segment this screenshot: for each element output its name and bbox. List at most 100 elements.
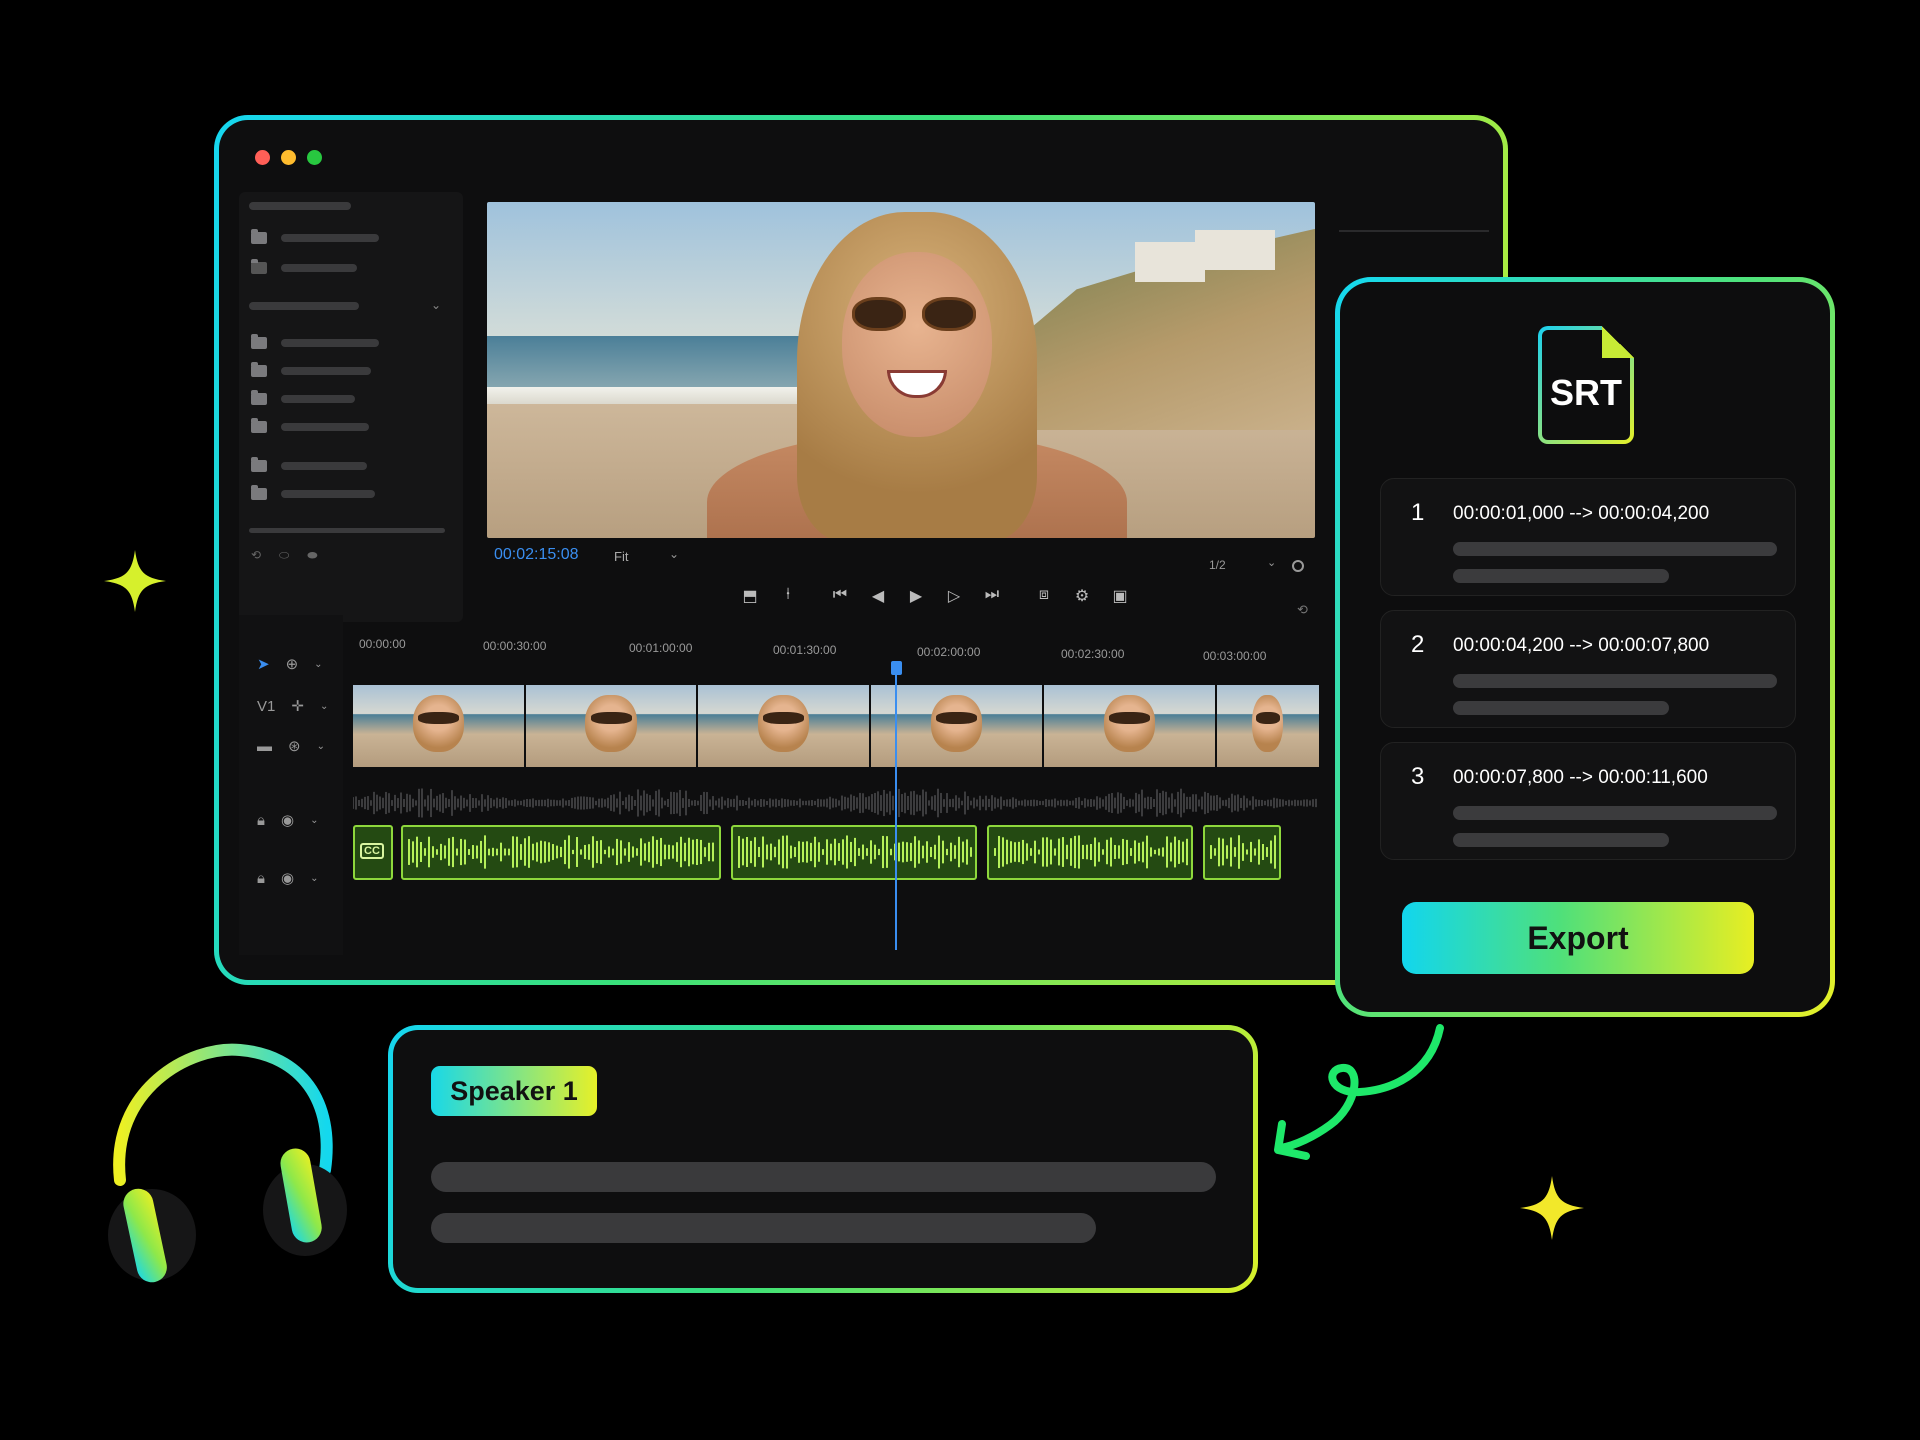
v1-label[interactable]: V1 xyxy=(257,698,275,715)
secondary-panel-header xyxy=(1339,202,1489,232)
bin-footer-icons[interactable]: ⟲⬭⬬ xyxy=(251,548,336,563)
bin-item-placeholder[interactable] xyxy=(281,339,379,347)
bin-item-placeholder[interactable] xyxy=(281,395,355,403)
srt-text-placeholder xyxy=(1453,674,1777,688)
close-window-button[interactable] xyxy=(255,150,270,165)
step-back-icon[interactable]: ◀︎ xyxy=(867,586,889,606)
settings-circle-icon[interactable] xyxy=(1292,560,1304,572)
video-clip[interactable] xyxy=(1216,685,1320,767)
zoom-fit-select[interactable]: Fit xyxy=(614,549,628,564)
target-icon[interactable]: ⊛ xyxy=(288,737,301,755)
sequence-icon[interactable] xyxy=(251,259,267,274)
marker-icon[interactable]: ⬒ xyxy=(739,586,761,606)
ruler-tick-label: 00:00:30:00 xyxy=(483,639,547,653)
video-clip[interactable] xyxy=(353,685,524,767)
go-to-end-icon[interactable]: ⏭ xyxy=(981,586,1003,606)
snap-icon[interactable]: ⊕ xyxy=(286,655,299,673)
subtitle-clip[interactable] xyxy=(401,825,721,880)
subtitle-clip-waveform xyxy=(738,835,972,869)
bin-header-placeholder xyxy=(249,202,351,210)
folder-icon[interactable] xyxy=(251,457,267,472)
subtitle-track-header: 🔒︎ ◉ ⌄ xyxy=(257,869,318,888)
folder-icon[interactable] xyxy=(251,334,267,349)
go-to-start-icon[interactable]: ⏮ xyxy=(829,586,851,606)
chevron-down-icon[interactable]: ⌄ xyxy=(1267,556,1276,569)
track-headers: ➤ ⊕ ⌄ V1 ✛ ⌄ ▬ ⊛ ⌄ 🔒︎ ◉ ⌄ 🔒︎ ◉ ⌄ xyxy=(239,615,343,955)
v1-track-header: V1 ✛ ⌄ xyxy=(257,697,328,716)
captions-track-label[interactable]: CC xyxy=(353,825,393,880)
bin-item-placeholder[interactable] xyxy=(281,490,375,498)
eye-icon[interactable]: ◉ xyxy=(281,811,294,829)
video-clip[interactable] xyxy=(525,685,697,767)
video-clip[interactable] xyxy=(1043,685,1215,767)
chevron-down-icon[interactable]: ⌄ xyxy=(317,741,325,752)
srt-entry[interactable]: 2 00:00:04,200 --> 00:00:07,800 xyxy=(1380,610,1796,728)
file-corner-fold xyxy=(1602,326,1634,358)
srt-entry-index: 3 xyxy=(1411,763,1425,790)
timeline-ruler[interactable]: 00:00:00 00:00:30:00 00:01:00:00 00:01:3… xyxy=(353,625,1313,665)
bin-item-placeholder[interactable] xyxy=(281,264,357,272)
lift-icon[interactable]: ⧈ xyxy=(1033,586,1055,606)
lock-icon[interactable]: 🔒︎ xyxy=(257,812,265,829)
program-monitor-preview[interactable] xyxy=(487,202,1315,538)
ruler-tick-label: 00:03:00:00 xyxy=(1203,649,1267,663)
minimize-window-button[interactable] xyxy=(281,150,296,165)
play-icon[interactable]: ▶︎ xyxy=(905,586,927,606)
bin-item-placeholder[interactable] xyxy=(281,367,371,375)
bin-item-placeholder[interactable] xyxy=(281,423,369,431)
subtitle-clip-waveform xyxy=(408,835,714,869)
video-track-v1 xyxy=(353,685,1320,767)
folder-icon[interactable] xyxy=(251,390,267,405)
chevron-down-icon[interactable]: ⌄ xyxy=(314,659,322,670)
chevron-down-icon[interactable]: ⌄ xyxy=(310,815,318,826)
playhead-timecode[interactable]: 00:02:15:08 xyxy=(494,546,579,564)
folder-icon[interactable] xyxy=(251,362,267,377)
sparkle-icon xyxy=(104,550,166,612)
curved-arrow-icon xyxy=(1274,1024,1444,1160)
folder-icon[interactable]: ▬ xyxy=(257,738,272,755)
srt-text-placeholder xyxy=(1453,542,1777,556)
subtitle-clip[interactable] xyxy=(987,825,1193,880)
step-forward-icon[interactable]: ▷ xyxy=(943,586,965,606)
extract-icon[interactable]: ⚙ xyxy=(1071,586,1093,606)
chevron-down-icon[interactable]: ⌄ xyxy=(310,873,318,884)
ruler-tick-label: 00:01:30:00 xyxy=(773,643,837,657)
eye-icon[interactable]: ◉ xyxy=(281,869,294,887)
srt-entry[interactable]: 1 00:00:01,000 --> 00:00:04,200 xyxy=(1380,478,1796,596)
project-bin-panel: ⌄ ⟲⬭⬬ xyxy=(239,192,463,622)
folder-icon[interactable] xyxy=(251,418,267,433)
sync-icon[interactable]: ⟲ xyxy=(1297,602,1308,618)
srt-entry-index: 2 xyxy=(1411,631,1425,658)
bin-section-placeholder xyxy=(249,302,359,310)
selection-tool-icon[interactable]: ➤ xyxy=(257,655,270,673)
audio-waveform-track[interactable] xyxy=(353,778,1319,828)
export-button[interactable]: Export xyxy=(1402,902,1754,974)
bin-item-placeholder[interactable] xyxy=(281,234,379,242)
subtitle-clip[interactable] xyxy=(731,825,977,880)
move-icon[interactable]: ✛ xyxy=(291,697,304,715)
srt-entry[interactable]: 3 00:00:07,800 --> 00:00:11,600 xyxy=(1380,742,1796,860)
chevron-down-icon[interactable]: ⌄ xyxy=(320,701,328,712)
folder-icon[interactable] xyxy=(251,229,267,244)
lock-icon[interactable]: 🔒︎ xyxy=(257,870,265,887)
srt-entry-index: 1 xyxy=(1411,499,1425,526)
maximize-window-button[interactable] xyxy=(307,150,322,165)
folder-track-header: ▬ ⊛ ⌄ xyxy=(257,737,325,756)
speaker-label-badge[interactable]: Speaker 1 xyxy=(431,1066,597,1116)
ruler-tick-label: 00:00:00 xyxy=(359,637,406,651)
export-frame-icon[interactable]: ▣ xyxy=(1109,586,1131,606)
srt-text-placeholder xyxy=(1453,701,1669,715)
subtitle-clip[interactable] xyxy=(1203,825,1281,880)
headphones-icon xyxy=(108,1043,347,1283)
chevron-down-icon[interactable]: ⌄ xyxy=(431,298,441,312)
bin-item-placeholder[interactable] xyxy=(281,462,367,470)
bin-scrollbar[interactable] xyxy=(249,528,445,533)
video-clip[interactable] xyxy=(698,685,870,767)
sparkle-icon xyxy=(1520,1176,1584,1240)
folder-icon[interactable] xyxy=(251,485,267,500)
chevron-down-icon[interactable]: ⌄ xyxy=(669,547,679,561)
ruler-tick-label: 00:02:00:00 xyxy=(917,645,981,659)
resolution-select[interactable]: 1/2 xyxy=(1209,558,1226,572)
mark-in-icon[interactable]: ⍿ xyxy=(777,586,799,606)
srt-entry-time: 00:00:01,000 --> 00:00:04,200 xyxy=(1453,503,1710,524)
